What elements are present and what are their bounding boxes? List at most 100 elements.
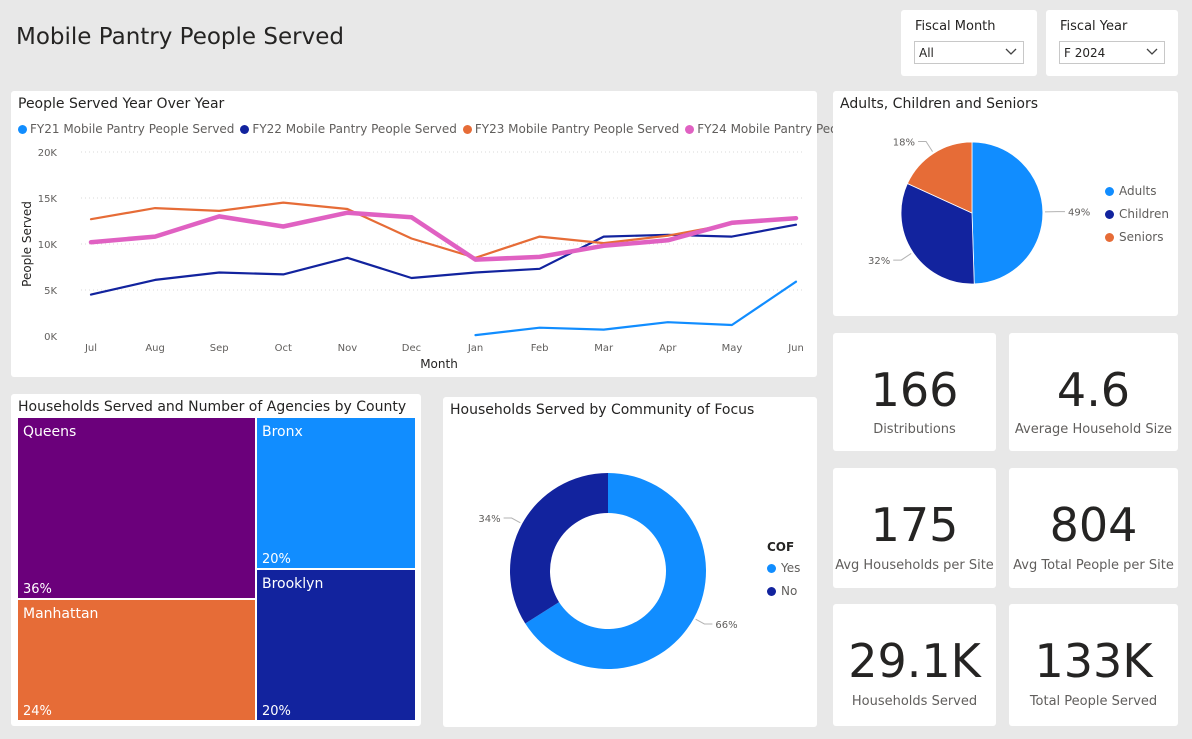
legend-title: COF <box>767 540 795 554</box>
tile-label: Bronx <box>262 424 303 440</box>
x-tick-label: Sep <box>210 343 229 354</box>
y-tick-label: 0K <box>44 332 57 343</box>
x-tick-label: Dec <box>402 343 421 354</box>
x-tick-label: Jan <box>467 343 483 354</box>
data-label-leader <box>918 140 933 152</box>
fiscal-month-slicer: Fiscal Month All <box>901 10 1037 76</box>
tile-percent: 20% <box>262 552 291 567</box>
kpi-value: 166 <box>870 363 959 417</box>
treemap-card[interactable]: Households Served and Number of Agencies… <box>11 394 421 726</box>
tile-label: Brooklyn <box>262 576 324 592</box>
series-line[interactable] <box>88 210 799 262</box>
fiscal-month-label: Fiscal Month <box>915 19 996 34</box>
pie-slice[interactable] <box>971 141 1044 285</box>
pie-chart-card[interactable]: Adults, Children and Seniors 49% 32% 18% A… <box>833 91 1178 316</box>
treemap-tile-bronx[interactable]: Bronx 20% <box>257 418 415 568</box>
kpi-label: Distributions <box>873 422 956 437</box>
series-line[interactable] <box>89 201 798 259</box>
kpi-distributions: 166 Distributions <box>833 333 996 451</box>
treemap[interactable]: Queens 36% Manhattan 24% Bronx 20% Brooklyn 20% <box>18 418 417 722</box>
fiscal-month-value: All <box>919 46 934 60</box>
chevron-down-icon <box>1146 48 1158 55</box>
kpi-label: Households Served <box>851 694 978 709</box>
legend-marker <box>1105 232 1114 242</box>
tile-label: Manhattan <box>23 606 99 622</box>
y-tick-label: 5K <box>44 286 57 297</box>
kpi-households-served: 29.1K Households Served <box>833 604 996 726</box>
legend-item[interactable]: Yes <box>767 561 800 575</box>
pie-chart-legend[interactable]: Adults Children Seniors <box>1105 184 1169 253</box>
series-line[interactable] <box>474 280 798 337</box>
tile-label: Queens <box>23 424 77 440</box>
legend-label: Seniors <box>1119 230 1164 244</box>
kpi-label: Avg Households per Site <box>835 558 994 573</box>
kpi-value: 4.6 <box>1056 363 1131 417</box>
tile-percent: 24% <box>23 704 52 719</box>
legend-item[interactable]: Seniors <box>1105 230 1169 244</box>
fiscal-year-label: Fiscal Year <box>1060 19 1128 34</box>
x-tick-label: May <box>722 343 743 354</box>
line-chart[interactable]: 0K 5K 10K 15K 20K Jul Aug Sep Oct Nov Dec Jan Feb Mar… <box>11 91 817 377</box>
x-tick-label: Oct <box>275 343 292 354</box>
kpi-value: 175 <box>870 498 959 552</box>
data-label-leader <box>893 253 912 261</box>
kpi-value: 804 <box>1049 498 1138 552</box>
x-tick-label: Jun <box>787 343 804 354</box>
x-tick-label: Mar <box>594 343 614 354</box>
kpi-avg-households-per-site: 175 Avg Households per Site <box>833 468 996 588</box>
data-label-leader <box>503 517 521 524</box>
y-tick-label: 10K <box>38 240 58 251</box>
donut-legend[interactable]: COF Yes No <box>767 540 800 607</box>
legend-marker <box>1105 209 1114 219</box>
kpi-value: 29.1K <box>848 634 981 688</box>
kpi-avg-total-people-per-site: 804 Avg Total People per Site <box>1009 468 1178 588</box>
treemap-tile-manhattan[interactable]: Manhattan 24% <box>18 600 255 720</box>
treemap-title: Households Served and Number of Agencies… <box>18 399 407 415</box>
legend-label: No <box>781 584 798 598</box>
x-tick-label: Apr <box>659 343 677 354</box>
data-label: 18% <box>893 137 915 148</box>
legend-marker <box>1105 186 1114 196</box>
fiscal-year-value: F 2024 <box>1064 46 1106 60</box>
data-label: 32% <box>868 256 890 267</box>
legend-item[interactable]: Adults <box>1105 184 1169 198</box>
legend-marker <box>767 563 776 573</box>
kpi-label: Average Household Size <box>1014 422 1173 437</box>
x-tick-label: Feb <box>531 343 549 354</box>
fiscal-year-slicer: Fiscal Year F 2024 <box>1046 10 1178 76</box>
legend-item[interactable]: No <box>767 584 800 598</box>
kpi-total-people-served: 133K Total People Served <box>1009 604 1178 726</box>
x-tick-label: Jul <box>84 343 97 354</box>
legend-label: Children <box>1119 207 1169 221</box>
fiscal-month-dropdown[interactable]: All <box>914 41 1024 64</box>
data-label: 66% <box>715 620 737 631</box>
x-axis-label: Month <box>420 357 458 371</box>
y-axis-label: People Served <box>20 201 34 287</box>
kpi-average-household-size: 4.6 Average Household Size <box>1009 333 1178 451</box>
page-title: Mobile Pantry People Served <box>16 24 344 50</box>
treemap-tile-queens[interactable]: Queens 36% <box>18 418 255 598</box>
data-label: 49% <box>1068 208 1090 219</box>
tile-percent: 20% <box>262 704 291 719</box>
tile-percent: 36% <box>23 582 52 597</box>
legend-item[interactable]: Children <box>1105 207 1169 221</box>
legend-label: Yes <box>781 561 801 575</box>
treemap-tile-brooklyn[interactable]: Brooklyn 20% <box>257 570 415 720</box>
donut-card[interactable]: Households Served by Community of Focus … <box>443 397 817 727</box>
chevron-down-icon <box>1005 48 1017 55</box>
y-tick-label: 15K <box>38 194 58 205</box>
legend-marker <box>767 586 776 596</box>
x-tick-label: Nov <box>338 343 358 354</box>
kpi-value: 133K <box>1034 634 1153 688</box>
y-tick-label: 20K <box>38 148 58 159</box>
kpi-label: Avg Total People per Site <box>1013 558 1174 573</box>
line-chart-card[interactable]: People Served Year Over Year FY21 Mobile… <box>11 91 871 377</box>
kpi-label: Total People Served <box>1029 694 1158 709</box>
data-label: 34% <box>478 514 500 525</box>
fiscal-year-dropdown[interactable]: F 2024 <box>1059 41 1165 64</box>
x-tick-label: Aug <box>145 343 165 354</box>
data-label-leader <box>695 618 713 625</box>
donut-slice[interactable] <box>510 473 608 624</box>
legend-label: Adults <box>1119 184 1157 198</box>
donut-chart[interactable]: 66% 34% <box>443 397 817 727</box>
